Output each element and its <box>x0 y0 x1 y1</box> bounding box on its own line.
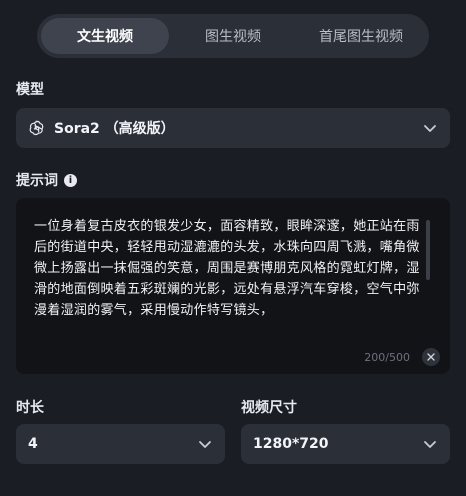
tab-image-to-video[interactable]: 图生视频 <box>169 18 297 54</box>
model-select[interactable]: Sora2 （高级版） <box>16 108 450 148</box>
info-icon[interactable]: i <box>64 173 77 187</box>
tab-text-to-video[interactable]: 文生视频 <box>41 18 169 54</box>
mode-tabs: 文生视频 图生视频 首尾图生视频 <box>37 14 429 58</box>
chevron-down-icon <box>424 441 436 448</box>
clear-prompt-button[interactable] <box>422 348 440 366</box>
prompt-char-counter: 200/500 <box>364 351 410 364</box>
model-select-value: Sora2 （高级版） <box>54 121 175 137</box>
model-label: 模型 <box>16 79 44 99</box>
duration-label: 时长 <box>16 397 44 417</box>
duration-select-value: 4 <box>28 436 38 452</box>
chevron-down-icon <box>199 441 211 448</box>
video-size-select[interactable]: 1280*720 <box>241 424 450 464</box>
duration-select[interactable]: 4 <box>16 424 225 464</box>
close-icon <box>427 353 435 361</box>
prompt-scrollbar[interactable] <box>426 220 430 280</box>
tab-first-last-frame-video[interactable]: 首尾图生视频 <box>297 18 425 54</box>
prompt-text[interactable]: 一位身着复古皮衣的银发少女，面容精致，眼眸深邃，她正站在雨后的街道中央，轻轻甩动… <box>34 216 430 344</box>
model-label-text: 模型 <box>16 82 44 98</box>
chevron-down-icon <box>424 125 436 132</box>
size-label-text: 视频尺寸 <box>241 400 297 416</box>
video-size-select-value: 1280*720 <box>253 436 329 452</box>
openai-icon <box>29 120 44 136</box>
size-label: 视频尺寸 <box>241 397 297 417</box>
prompt-textarea[interactable]: 一位身着复古皮衣的银发少女，面容精致，眼眸深邃，她正站在雨后的街道中央，轻轻甩动… <box>16 198 450 374</box>
prompt-label: 提示词 i <box>16 170 77 190</box>
duration-label-text: 时长 <box>16 400 44 416</box>
prompt-label-text: 提示词 <box>16 173 58 189</box>
